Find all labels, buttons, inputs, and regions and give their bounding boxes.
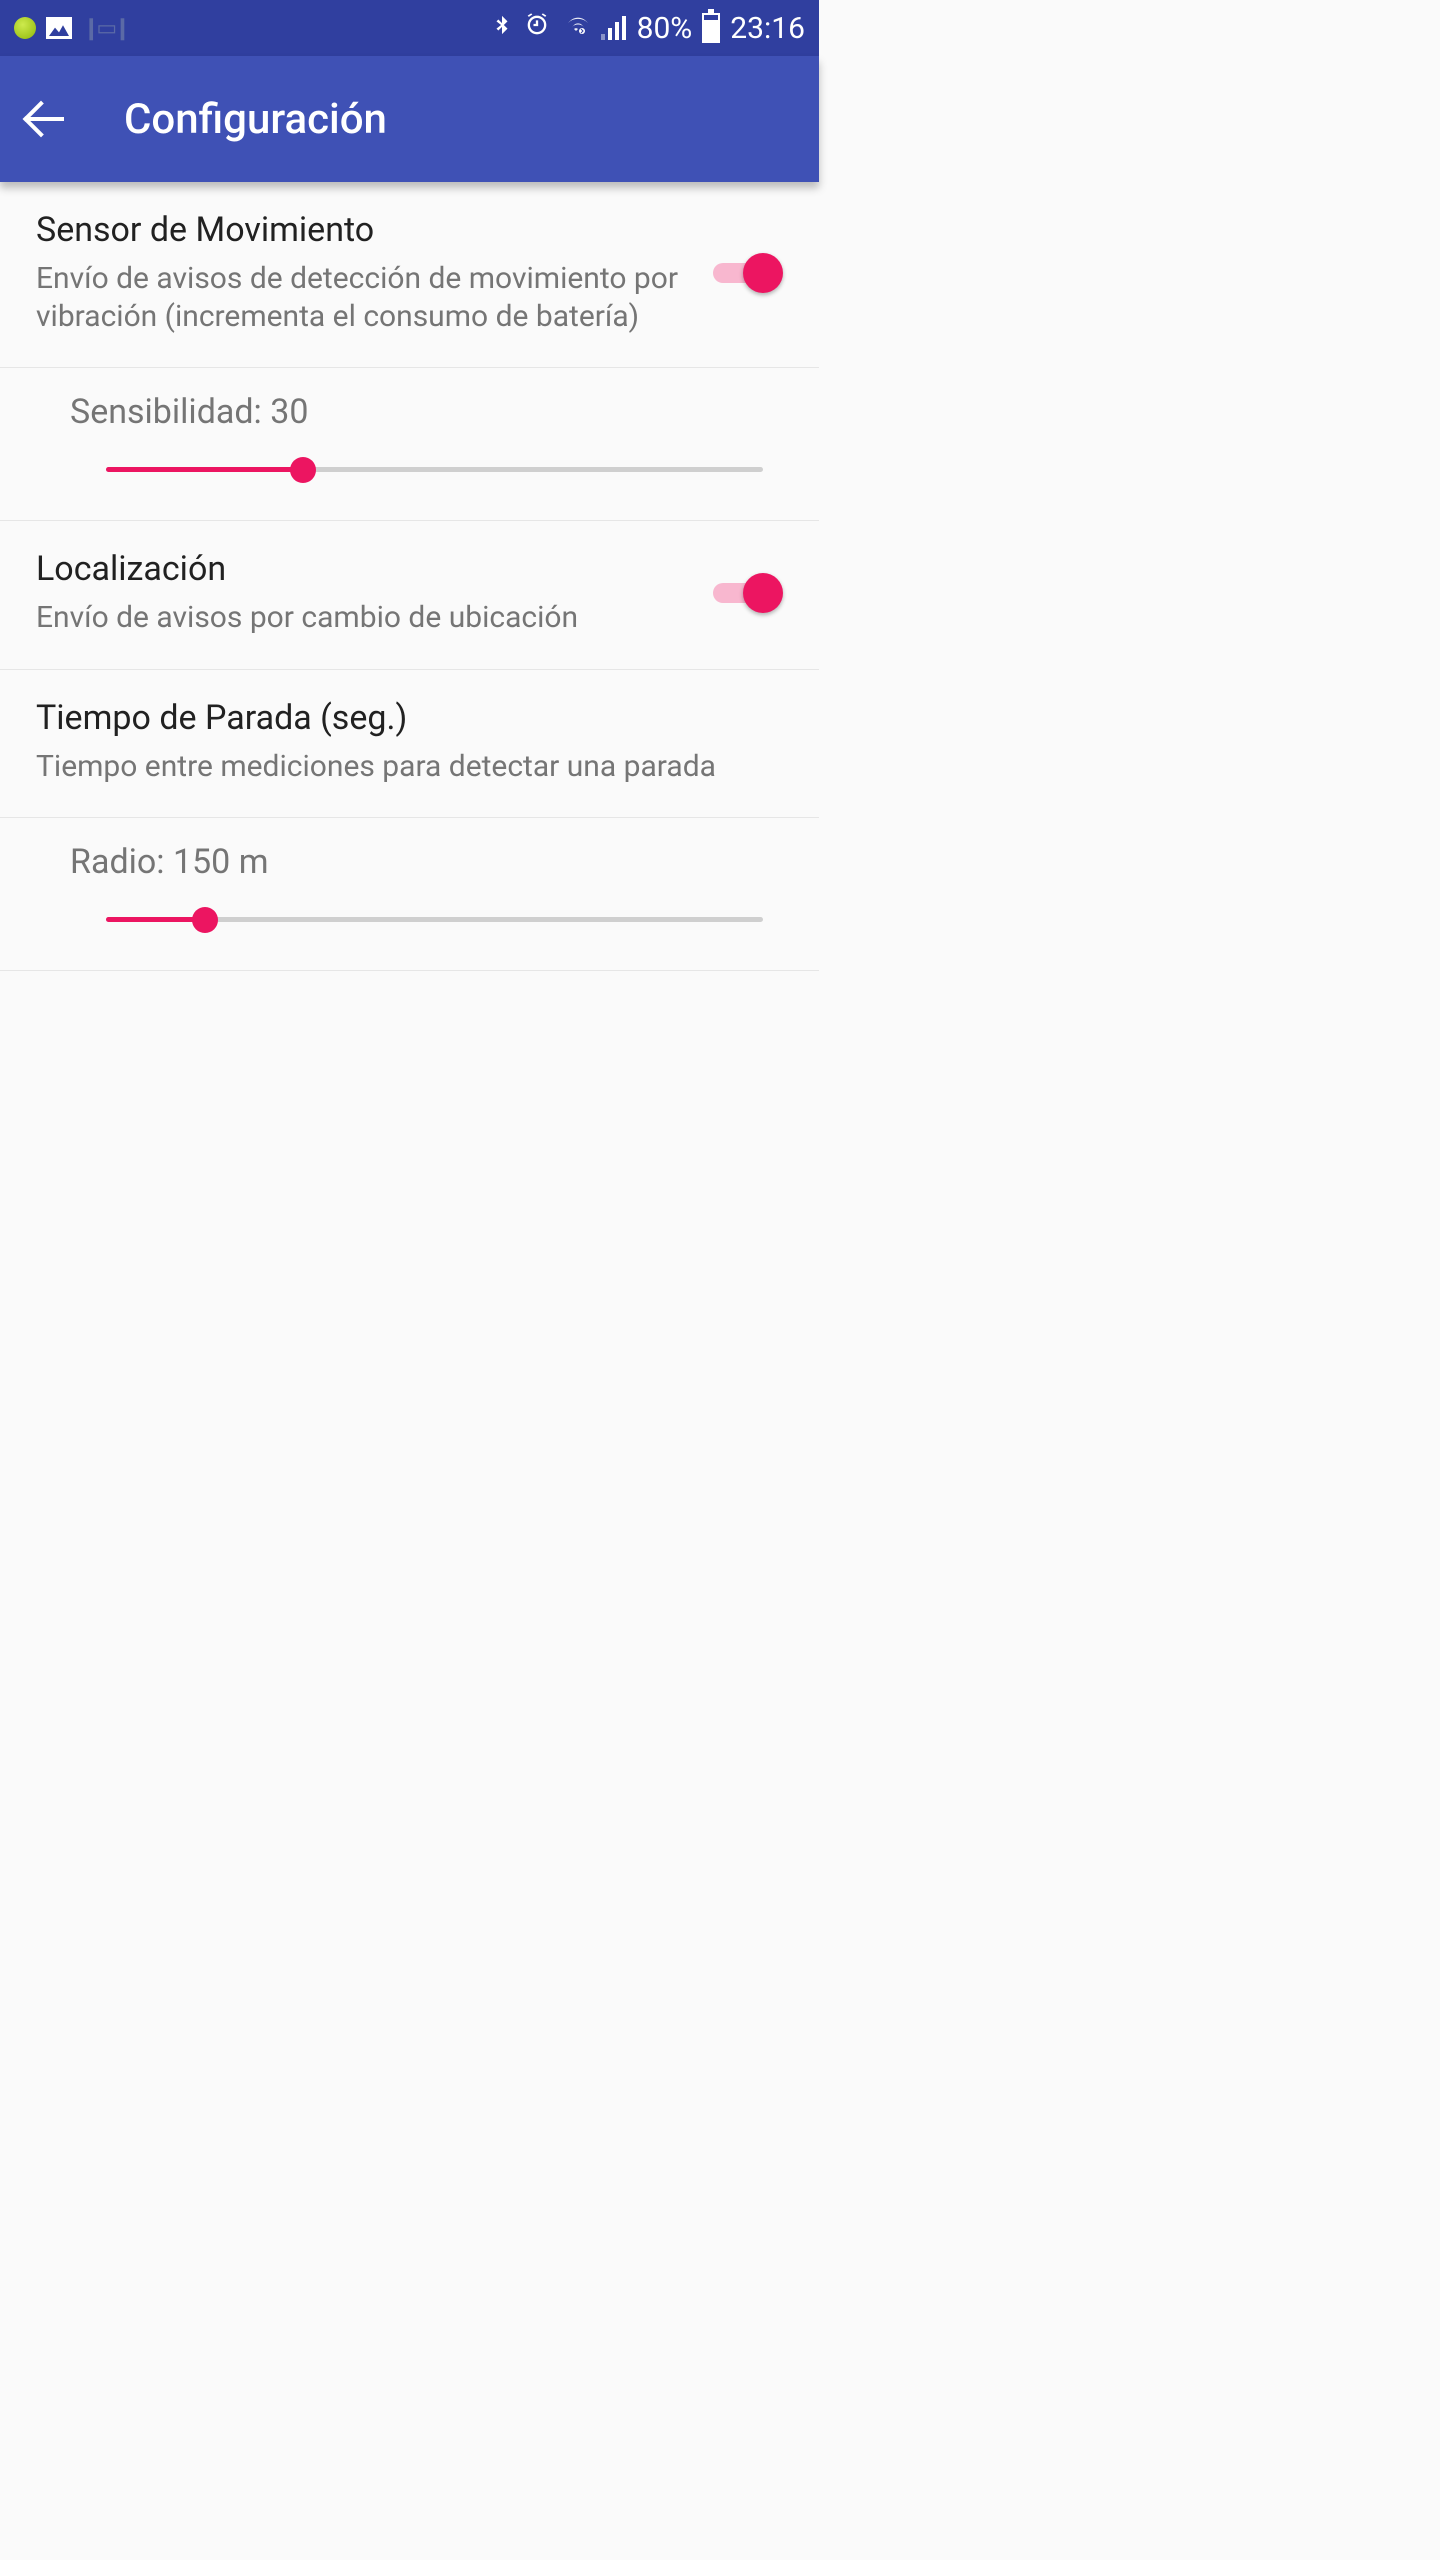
toggle-thumb-icon — [743, 573, 783, 613]
motion-sensor-toggle[interactable] — [713, 251, 783, 295]
slider-thumb-icon — [192, 907, 218, 933]
status-right-icons: 80% 23:16 — [491, 11, 805, 46]
status-left-icons: ❙▭❙ — [14, 16, 128, 41]
back-button[interactable] — [24, 95, 72, 143]
slider-fill — [106, 917, 205, 922]
setting-sensitivity: Sensibilidad: 30 — [0, 368, 819, 521]
back-arrow-icon — [28, 99, 68, 139]
status-time: 23:16 — [730, 11, 805, 46]
wifi-icon — [561, 13, 591, 44]
vibrate-icon: ❙▭❙ — [82, 16, 128, 41]
slider-fill — [106, 467, 303, 472]
setting-title: Tiempo de Parada (seg.) — [36, 698, 763, 738]
battery-icon — [702, 13, 720, 43]
page-title: Configuración — [124, 95, 387, 144]
setting-location[interactable]: Localización Envío de avisos por cambio … — [0, 521, 819, 670]
location-toggle[interactable] — [713, 571, 783, 615]
toggle-thumb-icon — [743, 253, 783, 293]
setting-description: Envío de avisos de detección de movimien… — [36, 260, 693, 335]
image-notification-icon — [46, 17, 72, 39]
radius-slider[interactable] — [106, 904, 763, 934]
setting-description: Tiempo entre mediciones para detectar un… — [36, 748, 763, 786]
setting-description: Envío de avisos por cambio de ubicación — [36, 599, 693, 637]
cell-signal-icon — [601, 16, 627, 40]
sensitivity-slider[interactable] — [106, 454, 763, 484]
radius-label: Radio: 150 m — [70, 842, 783, 882]
setting-stop-time[interactable]: Tiempo de Parada (seg.) Tiempo entre med… — [0, 670, 819, 819]
setting-motion-sensor[interactable]: Sensor de Movimiento Envío de avisos de … — [0, 182, 819, 368]
battery-percent: 80% — [637, 11, 693, 46]
sensitivity-label: Sensibilidad: 30 — [70, 392, 783, 432]
slider-thumb-icon — [290, 457, 316, 483]
notification-dot-icon — [14, 17, 36, 39]
setting-title: Localización — [36, 549, 693, 589]
bluetooth-icon — [491, 11, 513, 46]
setting-radius: Radio: 150 m — [0, 818, 819, 971]
status-bar: ❙▭❙ 80% 23:16 — [0, 0, 819, 56]
app-bar: Configuración — [0, 56, 819, 182]
setting-title: Sensor de Movimiento — [36, 210, 693, 250]
settings-list: Sensor de Movimiento Envío de avisos de … — [0, 182, 819, 971]
alarm-icon — [523, 11, 551, 46]
